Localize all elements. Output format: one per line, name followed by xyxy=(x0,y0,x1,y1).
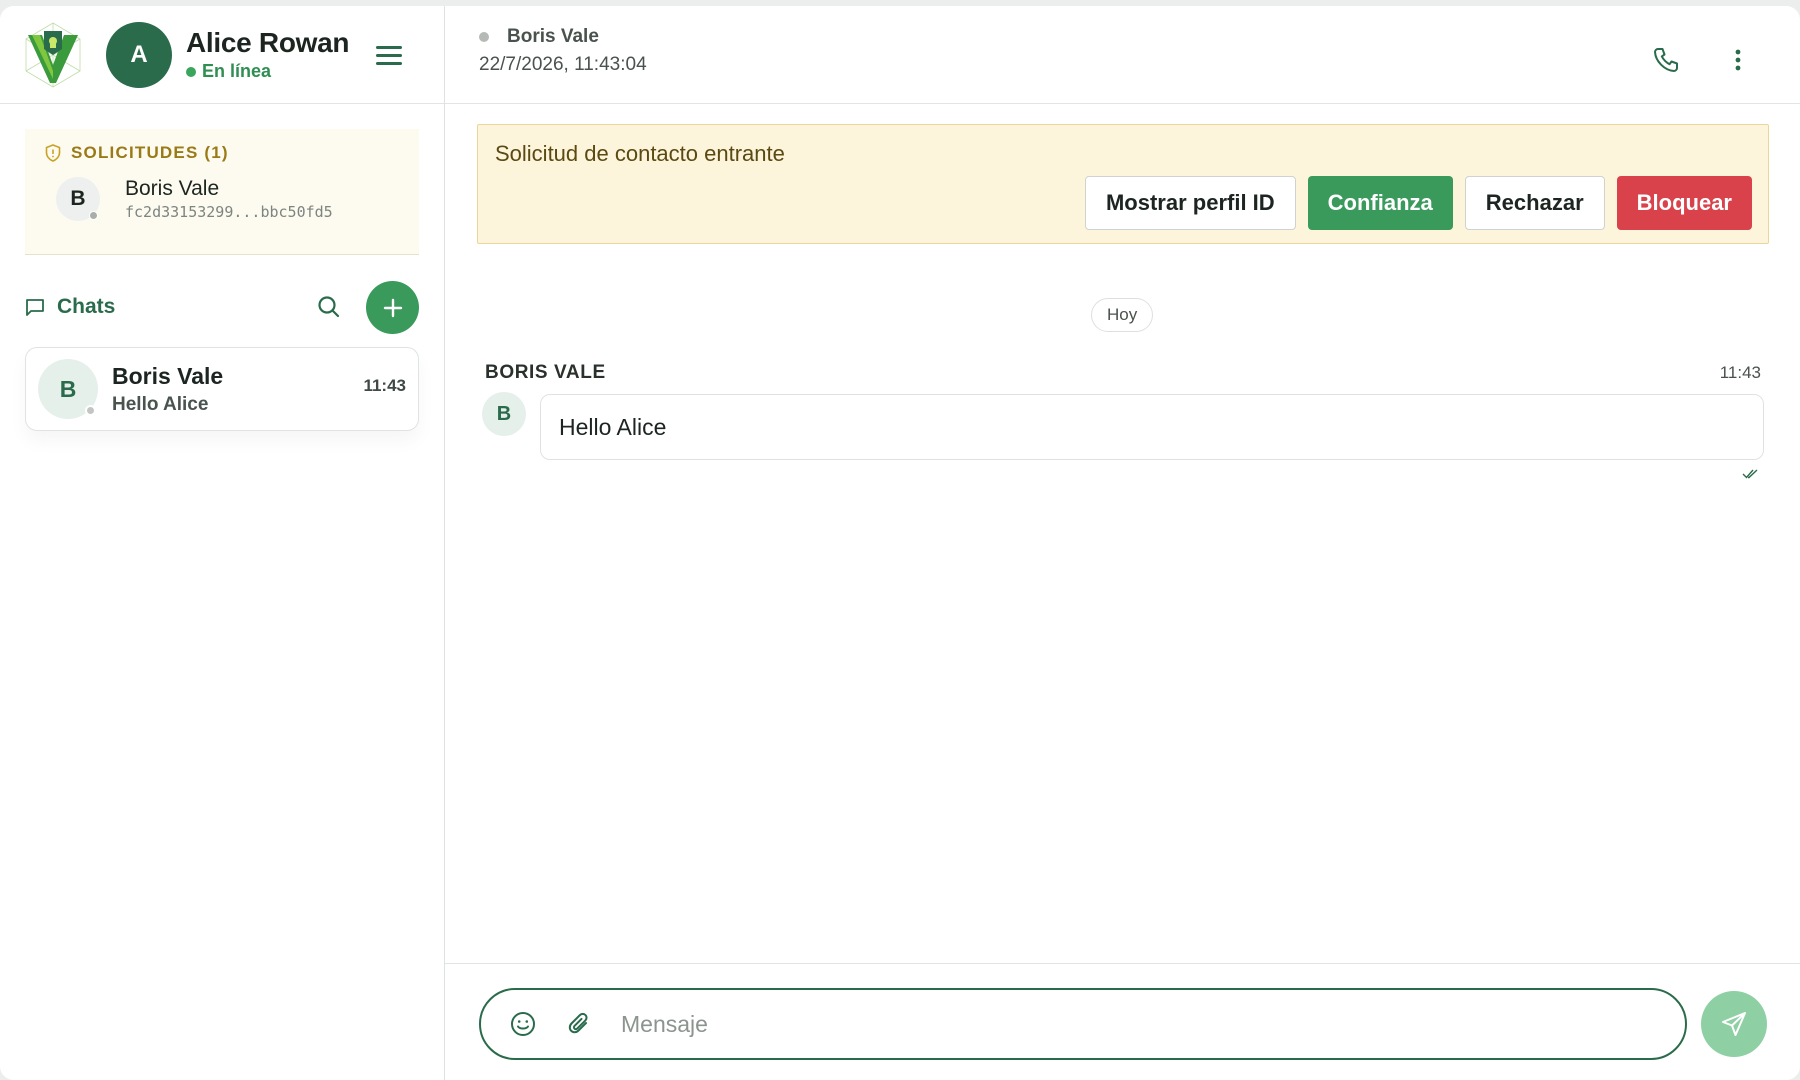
composer-area xyxy=(445,963,1800,1080)
request-info: Boris Vale fc2d33153299...bbc50fd5 xyxy=(125,177,333,221)
requests-title: SOLICITUDES (1) xyxy=(71,143,229,162)
sidebar-header: A Alice Rowan En línea xyxy=(0,6,444,104)
search-icon[interactable] xyxy=(316,294,342,320)
new-chat-button[interactable] xyxy=(366,281,419,334)
request-avatar-letter: B xyxy=(70,187,86,210)
day-separator: Hoy xyxy=(1091,298,1154,332)
conversation-header: Boris Vale 22/7/2026, 11:43:04 xyxy=(445,6,1800,104)
emoji-icon[interactable] xyxy=(509,1010,537,1038)
chat-info: Boris Vale Hello Alice xyxy=(112,363,223,416)
composer xyxy=(479,988,1687,1060)
message-text: Hello Alice xyxy=(559,413,667,440)
chat-avatar-letter: B xyxy=(59,375,77,402)
send-icon xyxy=(1722,1012,1746,1036)
message-time: 11:43 xyxy=(1719,363,1761,382)
app-logo xyxy=(25,22,81,87)
peer-timestamp: 22/7/2026, 11:43:04 xyxy=(479,54,647,75)
conversation-pane: Boris Vale 22/7/2026, 11:43:04 Solicitud… xyxy=(445,6,1800,1080)
requests-panel: SOLICITUDES (1) B Boris Vale fc2d3315329… xyxy=(25,129,419,255)
user-status: En línea xyxy=(186,61,349,82)
chats-title-group: Chats xyxy=(25,295,115,319)
request-item[interactable]: B Boris Vale fc2d33153299...bbc50fd5 xyxy=(56,177,399,221)
offline-indicator xyxy=(89,211,98,220)
peer-line: Boris Vale xyxy=(479,26,1800,48)
peer-status-indicator xyxy=(479,32,489,42)
message-avatar: B xyxy=(482,392,526,436)
chat-name: Boris Vale xyxy=(112,362,224,389)
send-button[interactable] xyxy=(1701,991,1767,1057)
reject-button[interactable]: Rechazar xyxy=(1464,176,1605,230)
menu-icon[interactable] xyxy=(376,46,402,68)
app-window: A Alice Rowan En línea SOLICITUDES (1) B… xyxy=(0,6,1800,1080)
user-name: Alice Rowan xyxy=(186,27,350,58)
offline-indicator xyxy=(85,405,96,416)
chat-avatar: B xyxy=(38,359,98,419)
shield-icon xyxy=(45,144,61,162)
request-id: fc2d33153299...bbc50fd5 xyxy=(125,203,333,221)
request-avatar: B xyxy=(56,177,100,221)
chats-header: Chats xyxy=(0,281,444,334)
plus-icon xyxy=(383,298,402,317)
block-button[interactable]: Bloquear xyxy=(1616,176,1752,230)
chats-title: Chats xyxy=(57,295,116,318)
peer-name: Boris Vale xyxy=(507,26,599,47)
request-name: Boris Vale xyxy=(125,177,220,200)
paperclip-icon[interactable] xyxy=(565,1010,593,1038)
message-bubble[interactable]: Hello Alice xyxy=(540,394,1764,460)
chat-preview: Hello Alice xyxy=(112,393,209,415)
chat-list-item[interactable]: B Boris Vale Hello Alice 11:43 xyxy=(25,347,419,431)
banner-actions: Mostrar perfil ID Confianza Rechazar Blo… xyxy=(1084,176,1752,230)
chat-time: 11:43 xyxy=(363,376,406,395)
sidebar: A Alice Rowan En línea SOLICITUDES (1) B… xyxy=(0,6,445,1080)
message-input[interactable] xyxy=(621,1010,1685,1038)
banner-text: Solicitud de contacto entrante xyxy=(495,141,785,166)
user-avatar[interactable]: A xyxy=(106,21,172,88)
chat-bubble-icon xyxy=(26,298,44,316)
show-profile-button[interactable]: Mostrar perfil ID xyxy=(1084,176,1296,230)
message-sender: BORIS VALE xyxy=(485,362,606,383)
user-info: Alice Rowan En línea xyxy=(186,27,349,82)
requests-header: SOLICITUDES (1) xyxy=(45,143,399,163)
trust-button[interactable]: Confianza xyxy=(1307,176,1453,230)
more-vertical-icon[interactable] xyxy=(1734,48,1742,72)
double-check-icon xyxy=(1742,469,1758,479)
user-status-label: En línea xyxy=(202,61,272,81)
phone-icon[interactable] xyxy=(1652,46,1680,74)
contact-request-banner: Solicitud de contacto entrante Mostrar p… xyxy=(477,124,1769,244)
online-indicator xyxy=(186,66,196,77)
